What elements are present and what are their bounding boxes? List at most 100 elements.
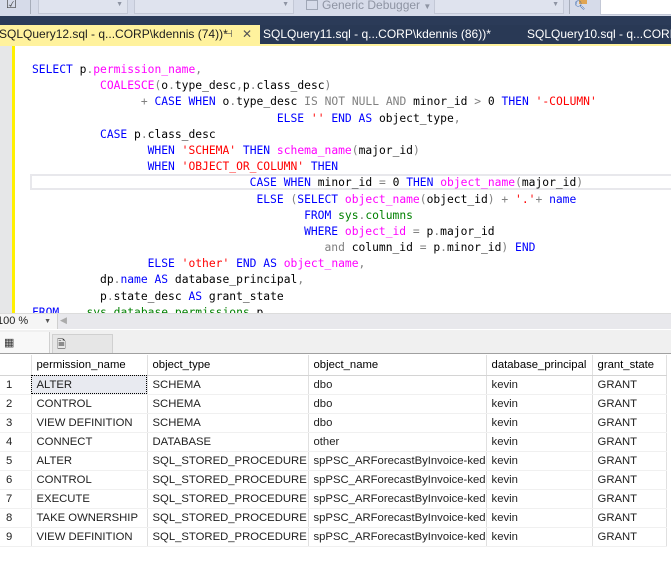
table-row[interactable]: 6 CONTROL SQL_STORED_PROCEDURE spPSC_ARFore… xyxy=(0,470,667,490)
table-row[interactable]: 7 EXECUTE SQL_STORED_PROCEDURE spPSC_ARFore… xyxy=(0,489,667,509)
cell-object-type[interactable]: SQL_STORED_PROCEDURE xyxy=(147,489,309,509)
debugger-label: Generic Debugger xyxy=(322,0,421,12)
cell-grant-state[interactable]: GRANT xyxy=(592,451,667,471)
column-header-object-type[interactable]: object_type xyxy=(147,355,309,376)
cell-row-number[interactable]: 8 xyxy=(0,508,32,528)
cell-object-name[interactable]: dbo xyxy=(308,413,487,433)
cell-row-number[interactable]: 2 xyxy=(0,394,32,414)
cell-permission-name[interactable]: CONNECT xyxy=(31,432,148,452)
toolbar-combo-3[interactable]: ▼ xyxy=(434,0,564,14)
cell-row-number[interactable]: 7 xyxy=(0,489,32,509)
cell-database-principal[interactable]: kevin xyxy=(486,394,593,414)
cell-grant-state[interactable]: GRANT xyxy=(592,470,667,490)
debugger-icon xyxy=(306,0,318,10)
cell-row-number[interactable]: 9 xyxy=(0,527,32,547)
cell-object-name[interactable]: spPSC_ARForecastByInvoice-ked xyxy=(308,489,487,509)
cell-grant-state[interactable]: GRANT xyxy=(592,508,667,528)
cell-object-type[interactable]: SQL_STORED_PROCEDURE xyxy=(147,470,309,490)
query-editor[interactable]: SELECT p.permission_name, COALESCE(o.typ… xyxy=(0,46,671,313)
cell-object-name[interactable]: spPSC_ARForecastByInvoice-ked xyxy=(308,470,487,490)
zoom-level-select[interactable]: 100 % ▼ xyxy=(0,314,58,329)
table-row[interactable]: 9 VIEW DEFINITION SQL_STORED_PROCEDURE spPS… xyxy=(0,527,667,547)
cell-row-number[interactable]: 1 xyxy=(0,375,32,395)
toolbar-separator xyxy=(30,0,31,14)
toolbar-search-input[interactable] xyxy=(600,0,671,15)
close-icon[interactable]: ✕ xyxy=(242,25,252,44)
cell-permission-name[interactable]: TAKE OWNERSHIP xyxy=(31,508,148,528)
cell-permission-name[interactable]: EXECUTE xyxy=(31,489,148,509)
find-icon[interactable]: 🔍︎ xyxy=(574,0,588,12)
tab-sqlquery12[interactable]: SQLQuery12.sql - q...CORP\kdennis (74))*… xyxy=(0,25,260,44)
sql-code[interactable]: SELECT p.permission_name, COALESCE(o.typ… xyxy=(32,62,597,313)
cell-permission-name[interactable]: CONTROL xyxy=(31,470,148,490)
cell-grant-state[interactable]: GRANT xyxy=(592,432,667,452)
code-line: COALESCE(o.type_desc,p.class_desc) xyxy=(100,79,332,93)
cell-object-type[interactable]: SQL_STORED_PROCEDURE xyxy=(147,451,309,471)
tab-results[interactable]: ▦Results xyxy=(0,332,50,371)
results-grid: permission_name object_type object_name … xyxy=(0,355,671,547)
debugger-selector[interactable]: Generic Debugger ▼ xyxy=(306,0,431,15)
table-row[interactable]: 1 ALTER SCHEMA dbo kevin GRANT xyxy=(0,375,667,395)
table-row[interactable]: 8 TAKE OWNERSHIP SQL_STORED_PROCEDURE spPSC… xyxy=(0,508,667,528)
tab-messages[interactable]: 🗎︎Messages xyxy=(52,334,113,371)
chevron-down-icon: ▼ xyxy=(552,1,559,8)
cell-database-principal[interactable]: kevin xyxy=(486,508,593,528)
toolbar-combo-2[interactable]: ▼ xyxy=(134,0,294,14)
cell-object-name[interactable]: spPSC_ARForecastByInvoice-ked xyxy=(308,527,487,547)
table-row[interactable]: 2 CONTROL SCHEMA dbo kevin GRANT xyxy=(0,394,667,414)
cell-row-number[interactable]: 6 xyxy=(0,470,32,490)
cell-object-name[interactable]: other xyxy=(308,432,487,452)
table-row[interactable]: 4 CONNECT DATABASE other kevin GRANT xyxy=(0,432,667,452)
cell-grant-state[interactable]: GRANT xyxy=(592,375,667,395)
code-line: + CASE WHEN o.type_desc IS NOT NULL AND … xyxy=(140,95,597,109)
cell-permission-name[interactable]: ALTER xyxy=(31,375,148,395)
cell-permission-name[interactable]: ALTER xyxy=(31,451,148,471)
cell-object-name[interactable]: dbo xyxy=(308,375,487,395)
table-row[interactable]: 5 ALTER SQL_STORED_PROCEDURE spPSC_ARForeca… xyxy=(0,451,667,471)
cell-object-name[interactable]: spPSC_ARForecastByInvoice-ked xyxy=(308,508,487,528)
cell-permission-name[interactable]: VIEW DEFINITION xyxy=(31,413,148,433)
cell-database-principal[interactable]: kevin xyxy=(486,470,593,490)
code-line: WHEN 'SCHEMA' THEN schema_name(major_id) xyxy=(147,143,420,157)
cell-grant-state[interactable]: GRANT xyxy=(592,527,667,547)
cell-grant-state[interactable]: GRANT xyxy=(592,394,667,414)
column-header-grant-state[interactable]: grant_state xyxy=(592,355,667,376)
cell-database-principal[interactable]: kevin xyxy=(486,432,593,452)
code-line: SELECT p.permission_name, xyxy=(32,63,203,76)
tab-sqlquery11[interactable]: SQLQuery11.sql - q...CORP\kdennis (86))* xyxy=(263,25,491,44)
cell-database-principal[interactable]: kevin xyxy=(486,375,593,395)
cell-object-type[interactable]: DATABASE xyxy=(147,432,309,452)
cell-object-type[interactable]: SCHEMA xyxy=(147,394,309,414)
results-tabs: ▦Results 🗎︎Messages xyxy=(0,330,671,371)
toolbar-combo-1[interactable]: ▼ xyxy=(38,0,128,14)
cell-permission-name[interactable]: CONTROL xyxy=(31,394,148,414)
cell-object-type[interactable]: SQL_STORED_PROCEDURE xyxy=(147,508,309,528)
chevron-down-icon: ▼ xyxy=(44,318,51,325)
column-header-database-principal[interactable]: database_principal xyxy=(486,355,593,376)
column-header-permission-name[interactable]: permission_name xyxy=(31,355,148,376)
cell-grant-state[interactable]: GRANT xyxy=(592,413,667,433)
cell-object-type[interactable]: SCHEMA xyxy=(147,413,309,433)
code-line: p.state_desc AS grant_state xyxy=(100,289,284,303)
table-row[interactable]: 3 VIEW DEFINITION SCHEMA dbo kevin GRANT xyxy=(0,413,667,433)
cell-grant-state[interactable]: GRANT xyxy=(592,489,667,509)
tab-sqlquery10[interactable]: SQLQuery10.sql - q...CORP\kdennis xyxy=(527,25,671,44)
cell-row-number[interactable]: 5 xyxy=(0,451,32,471)
cell-database-principal[interactable]: kevin xyxy=(486,489,593,509)
cell-database-principal[interactable]: kevin xyxy=(486,413,593,433)
cell-database-principal[interactable]: kevin xyxy=(486,527,593,547)
cell-object-type[interactable]: SQL_STORED_PROCEDURE xyxy=(147,527,309,547)
cell-object-type[interactable]: SCHEMA xyxy=(147,375,309,395)
pin-icon[interactable]: ⊣ xyxy=(224,25,233,44)
zoom-value: 100 % xyxy=(0,315,29,327)
cell-permission-name[interactable]: VIEW DEFINITION xyxy=(31,527,148,547)
column-header-object-name[interactable]: object_name xyxy=(308,355,487,376)
cell-database-principal[interactable]: kevin xyxy=(486,451,593,471)
cell-row-number[interactable]: 4 xyxy=(0,432,32,452)
cell-row-number[interactable]: 3 xyxy=(0,413,32,433)
toolbar-tool-icon[interactable]: ☑ xyxy=(6,0,20,14)
grid-icon: ▦ xyxy=(4,337,15,349)
cell-object-name[interactable]: spPSC_ARForecastByInvoice-ked xyxy=(308,451,487,471)
cell-object-name[interactable]: dbo xyxy=(308,394,487,414)
scroll-left-icon[interactable]: ◀ xyxy=(60,315,67,326)
